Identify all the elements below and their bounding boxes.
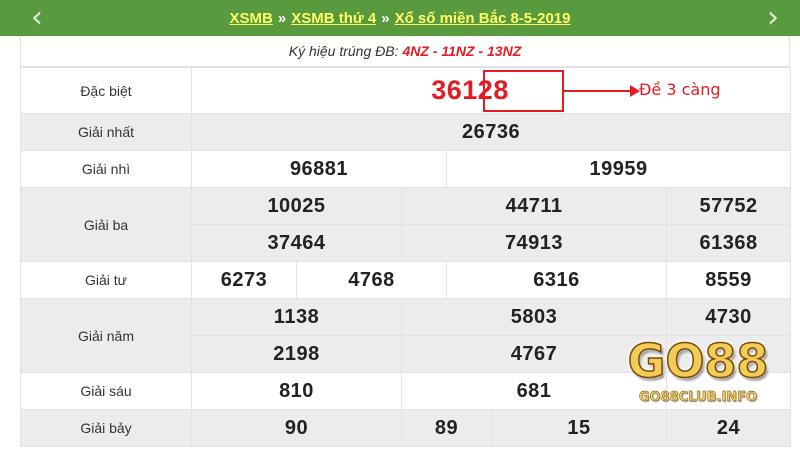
prize-number: 6273: [191, 261, 297, 299]
breadcrumb: XSMB » XSMB thứ 4 » Xổ số miền Bắc 8-5-2…: [230, 10, 571, 27]
logo-url: GO88CLUB.INFO: [638, 390, 758, 405]
prize-number: 26736: [190, 113, 792, 151]
annotation-arrow: [564, 90, 632, 92]
prev-date-button[interactable]: ‹: [22, 0, 52, 36]
breadcrumb-xsmb-wednesday[interactable]: XSMB thứ 4: [291, 10, 376, 27]
prize-label: Giải ba: [20, 187, 192, 262]
row-fourth-prize: Giải tư 6273 4768 6316 8559: [20, 261, 792, 299]
prize-number: 57752: [665, 187, 792, 225]
prize-number: 24: [665, 409, 792, 447]
prize-label: Giải tư: [20, 261, 192, 299]
breadcrumb-separator: »: [381, 9, 390, 27]
prize-number: 74913: [401, 224, 667, 262]
breadcrumb-separator: »: [277, 9, 287, 27]
logo-wordmark: GO88: [627, 333, 769, 389]
prize-number: 4768: [296, 261, 447, 299]
prize-number: 61368: [665, 224, 792, 262]
prize-number: 6316: [446, 261, 667, 299]
prize-number: 96881: [191, 150, 447, 188]
row-seventh-prize: Giải bảy 90 89 15 24: [20, 409, 792, 447]
row-third-prize: Giải ba 10025 44711 57752: [20, 187, 792, 262]
prize-number: 19959: [445, 150, 792, 188]
special-prize-prefix: 36: [431, 75, 463, 105]
go88-watermark: GO88 GO88CLUB.INFO: [598, 320, 798, 415]
prize-number: 44711: [401, 187, 667, 225]
chevron-right-icon: ›: [767, 0, 779, 35]
prize-number: 2198: [191, 335, 402, 373]
prize-number: 8559: [665, 261, 792, 299]
prize-number: 89: [401, 409, 492, 447]
header-bar: ‹ XSMB » XSMB thứ 4 » Xổ số miền Bắc 8-5…: [0, 0, 800, 36]
prize-label: Giải năm: [20, 298, 192, 373]
prize-label: Đặc biệt: [20, 67, 192, 114]
prize-number: 15: [491, 409, 667, 447]
annotation-label: Đề 3 càng: [639, 80, 721, 99]
last-three-digits-highlight: [483, 70, 564, 112]
prize-label: Giải nhì: [20, 150, 192, 188]
prize-number: 90: [191, 409, 402, 447]
breadcrumb-xsmb[interactable]: XSMB: [230, 10, 273, 27]
prize-number: 37464: [191, 224, 402, 262]
row-first-prize: Giải nhất 26736: [20, 113, 792, 151]
prize-number: 810: [191, 372, 402, 410]
codes-label: Ký hiệu trúng ĐB:: [288, 43, 399, 59]
next-date-button[interactable]: ›: [758, 0, 788, 36]
prize-label: Giải nhất: [20, 113, 192, 151]
prize-number: 1138: [191, 298, 402, 336]
special-prize-codes: Ký hiệu trúng ĐB: 4NZ - 11NZ - 13NZ: [20, 36, 790, 67]
chevron-left-icon: ‹: [31, 0, 43, 35]
prize-label: Giải bảy: [20, 409, 192, 447]
row-second-prize: Giải nhì 96881 19959: [20, 150, 792, 188]
prize-number: 10025: [191, 187, 402, 225]
codes-value: 4NZ - 11NZ - 13NZ: [402, 43, 522, 59]
prize-label: Giải sáu: [20, 372, 192, 410]
breadcrumb-draw-date[interactable]: Xổ số miền Bắc 8-5-2019: [395, 10, 571, 27]
